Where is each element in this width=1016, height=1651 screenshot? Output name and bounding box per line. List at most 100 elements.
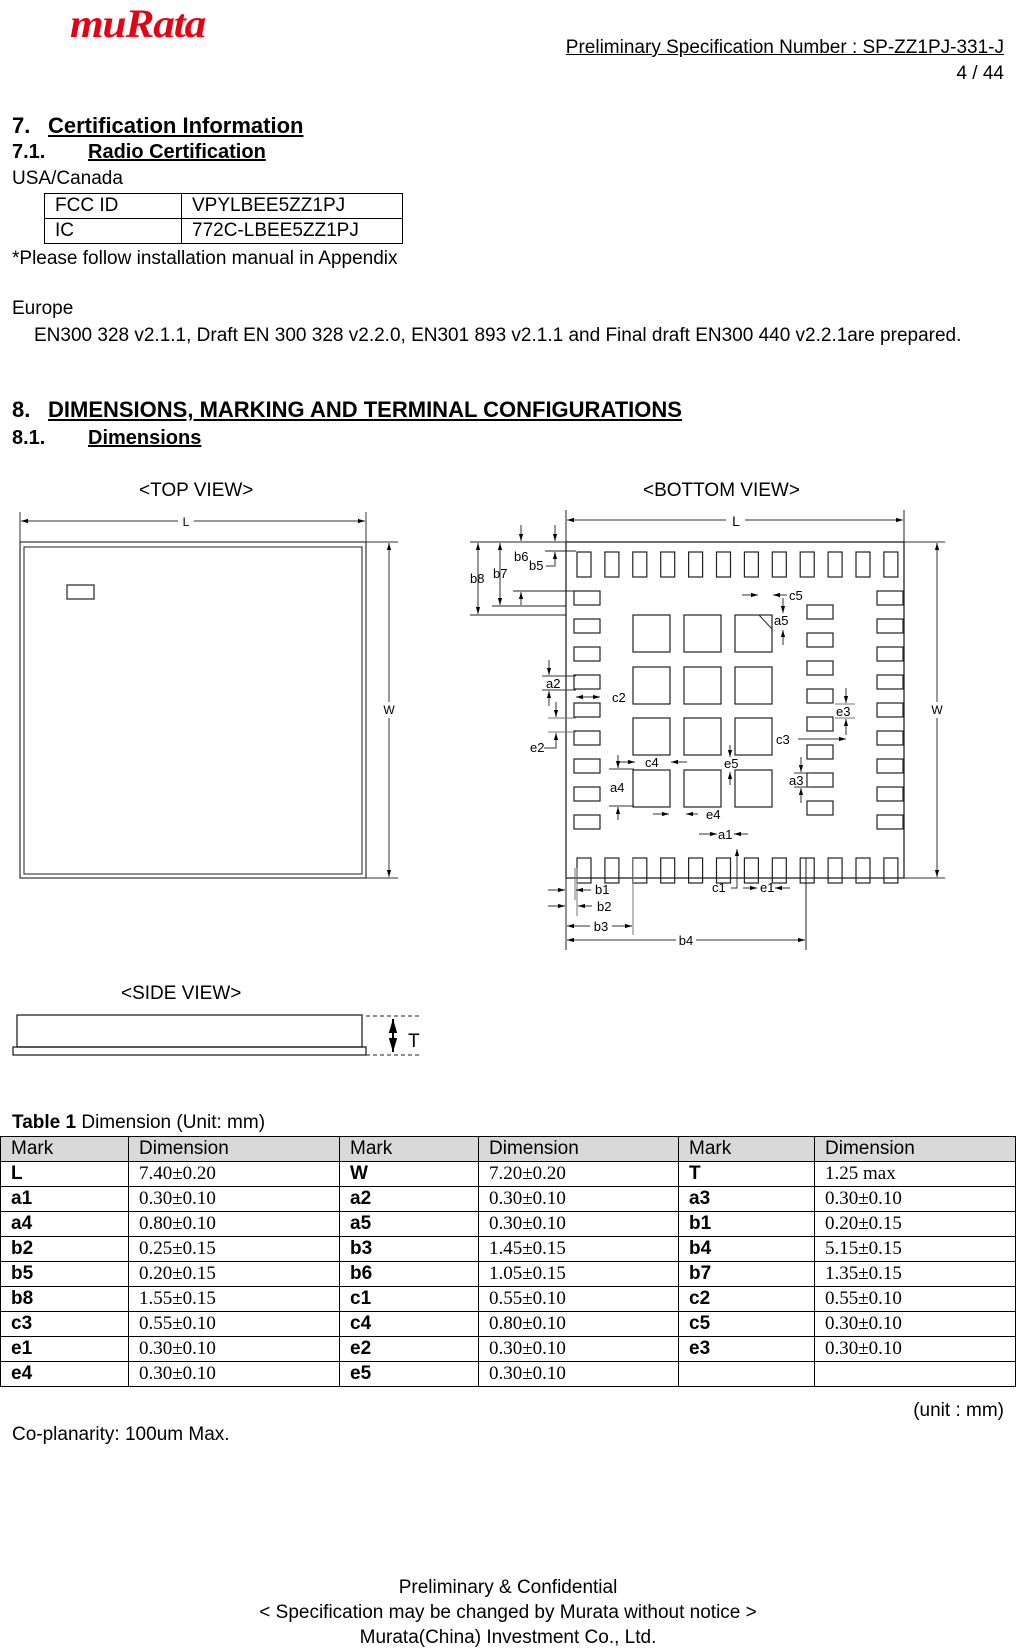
dimension-cell: 1.25 max xyxy=(814,1161,1016,1187)
pad-right-column xyxy=(876,702,904,718)
table-row: c3 0.55±0.10 c4 0.80±0.10 c5 0.30±0.10 xyxy=(0,1311,1016,1337)
mark-cell: c2 xyxy=(678,1286,815,1312)
dimension-cell: 0.30±0.10 xyxy=(478,1186,679,1212)
pad-bottom-row xyxy=(855,857,871,884)
table-caption-bold: Table 1 xyxy=(12,1112,77,1133)
mark-cell: b7 xyxy=(678,1261,815,1287)
dimension-cell: 0.55±0.10 xyxy=(478,1286,679,1312)
top-view-drawing: L W xyxy=(19,512,398,879)
dimension-cell: 7.20±0.20 xyxy=(478,1161,679,1187)
mark-cell: W xyxy=(339,1161,479,1187)
pad-center-ground xyxy=(683,614,722,653)
mark-cell: e1 xyxy=(0,1336,129,1362)
dimension-cell: 1.05±0.15 xyxy=(478,1261,679,1287)
pad-right-column xyxy=(876,730,904,746)
pad-right-inner-column xyxy=(806,772,834,788)
mark-cell: a4 xyxy=(0,1211,129,1237)
mark-cell: a1 xyxy=(0,1186,129,1212)
column-header: Mark xyxy=(678,1136,815,1162)
coplanarity-note: Co-planarity: 100um Max. xyxy=(12,1424,230,1445)
dimension-cell: 0.30±0.10 xyxy=(478,1361,679,1387)
pad-top-row xyxy=(687,551,704,578)
mark-cell: a2 xyxy=(339,1186,479,1212)
side-view-drawing: T xyxy=(12,1014,422,1056)
dim-label-a3: a3 xyxy=(789,773,803,788)
mark-cell: e4 xyxy=(0,1361,129,1387)
table-row: b5 0.20±0.15 b6 1.05±0.15 b7 1.35±0.15 xyxy=(0,1261,1016,1287)
pad-right-column xyxy=(876,786,904,802)
dim-label-b4: b4 xyxy=(679,933,693,948)
pad-right-column xyxy=(876,646,904,662)
mark-cell: c5 xyxy=(678,1311,815,1337)
column-header: Dimension xyxy=(478,1136,679,1162)
pad-right-inner-column xyxy=(806,744,834,760)
table-row: e4 0.30±0.10 e5 0.30±0.10 xyxy=(0,1361,1016,1387)
pad-top-row xyxy=(632,551,648,578)
pad-center-ground xyxy=(734,717,773,756)
pad-bottom-row xyxy=(827,857,843,884)
pad-center-ground xyxy=(632,666,671,705)
pad-left-column xyxy=(573,590,601,606)
dim-label-b8: b8 xyxy=(470,571,484,586)
dim-label-a1: a1 xyxy=(718,827,732,842)
dimension-cell: 0.30±0.10 xyxy=(814,1186,1016,1212)
footer-confidential: Preliminary & Confidential xyxy=(398,1577,618,1598)
side-substrate xyxy=(12,1046,367,1056)
pad-top-row xyxy=(604,551,620,578)
pad-left-column xyxy=(573,618,601,634)
mark-cell: e3 xyxy=(678,1336,815,1362)
bottom-outline xyxy=(565,541,905,879)
dim-label-b5: b5 xyxy=(529,558,543,573)
pad-chamfer xyxy=(758,614,773,630)
pad-right-inner-column xyxy=(806,632,834,648)
pad-right-inner-column xyxy=(806,604,834,620)
dimension-cell: 0.30±0.10 xyxy=(128,1186,340,1212)
pad-top-row xyxy=(743,551,760,578)
pad-right-inner-column xyxy=(806,716,834,732)
table-row: L 7.40±0.20 W 7.20±0.20 T 1.25 max xyxy=(0,1161,1016,1187)
pad-right-inner-column xyxy=(806,688,834,704)
pad-top-row xyxy=(576,551,592,578)
pad-bottom-row xyxy=(604,857,620,884)
footer-company: Murata(China) Investment Co., Ltd. xyxy=(359,1627,657,1648)
table-row: a1 0.30±0.10 a2 0.30±0.10 a3 0.30±0.10 xyxy=(0,1186,1016,1212)
pad-left-column xyxy=(573,758,601,774)
table-row: e1 0.30±0.10 e2 0.30±0.10 e3 0.30±0.10 xyxy=(0,1336,1016,1362)
dimension-cell xyxy=(814,1361,1016,1387)
mark-cell: c4 xyxy=(339,1311,479,1337)
mark-cell: e2 xyxy=(339,1336,479,1362)
pad-right-column xyxy=(876,590,904,606)
pad-bottom-row xyxy=(687,857,704,884)
dimension-cell: 5.15±0.15 xyxy=(814,1236,1016,1262)
dimension-cell: 0.30±0.10 xyxy=(478,1336,679,1362)
table-header-row: Mark Dimension Mark Dimension Mark Dimen… xyxy=(0,1136,1016,1162)
pad-left-column xyxy=(573,730,601,746)
dim-label-c1: c1 xyxy=(712,880,726,895)
dim-label-L: L xyxy=(183,515,190,529)
mark-cell xyxy=(678,1361,815,1387)
pad-right-column xyxy=(876,674,904,690)
dim-label-b6: b6 xyxy=(514,549,528,564)
table-row: b8 1.55±0.15 c1 0.55±0.10 c2 0.55±0.10 xyxy=(0,1286,1016,1312)
dimension-cell: 0.80±0.10 xyxy=(478,1311,679,1337)
dimension-cell: 0.55±0.10 xyxy=(814,1286,1016,1312)
dim-label-e1: e1 xyxy=(760,880,774,895)
pad-left-column xyxy=(573,646,601,662)
pad-top-row xyxy=(715,551,732,578)
dim-label-e2: e2 xyxy=(530,740,544,755)
dimension-table: Mark Dimension Mark Dimension Mark Dimen… xyxy=(0,1136,1016,1387)
dimension-cell: 7.40±0.20 xyxy=(128,1161,340,1187)
dim-label-W: W xyxy=(383,703,395,717)
dimension-cell: 1.45±0.15 xyxy=(478,1236,679,1262)
dim-label-a5: a5 xyxy=(774,613,788,628)
pad-right-inner-column xyxy=(806,800,834,816)
dimension-cell: 1.55±0.15 xyxy=(128,1286,340,1312)
pad-left-column xyxy=(573,702,601,718)
dim-label-c5: c5 xyxy=(789,588,803,603)
pad-top-row xyxy=(883,551,899,578)
pin1-marker xyxy=(66,584,95,600)
pad-left-column xyxy=(573,674,601,690)
pad-center-ground xyxy=(683,666,722,705)
pad-center-ground xyxy=(734,769,773,808)
pad-right-column xyxy=(876,814,904,830)
